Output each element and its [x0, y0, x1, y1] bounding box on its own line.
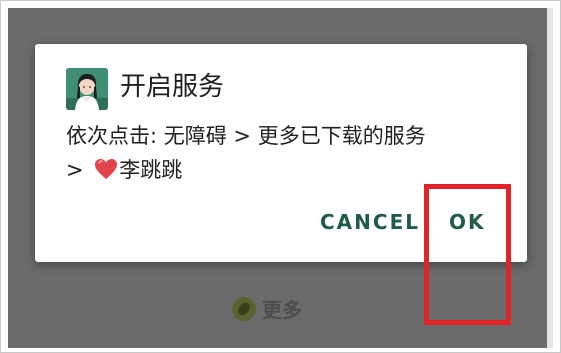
heart-icon	[94, 158, 118, 187]
screen-edge	[547, 8, 553, 348]
app-avatar-icon	[66, 68, 108, 110]
more-label: 更多	[262, 298, 302, 322]
cancel-button[interactable]: CANCEL	[320, 210, 420, 234]
dialog-message-line-1: 依次点击: 无障碍 > 更多已下载的服务	[66, 124, 426, 148]
more-icon	[232, 296, 256, 321]
more-entry: 更多	[232, 294, 302, 323]
dialog-message-line-2: > 李跳跳	[66, 156, 182, 187]
message-arrow: >	[66, 158, 84, 182]
dialog-title: 开启服务	[120, 72, 225, 102]
service-name: 李跳跳	[119, 158, 183, 182]
ok-highlight-box	[424, 184, 511, 325]
